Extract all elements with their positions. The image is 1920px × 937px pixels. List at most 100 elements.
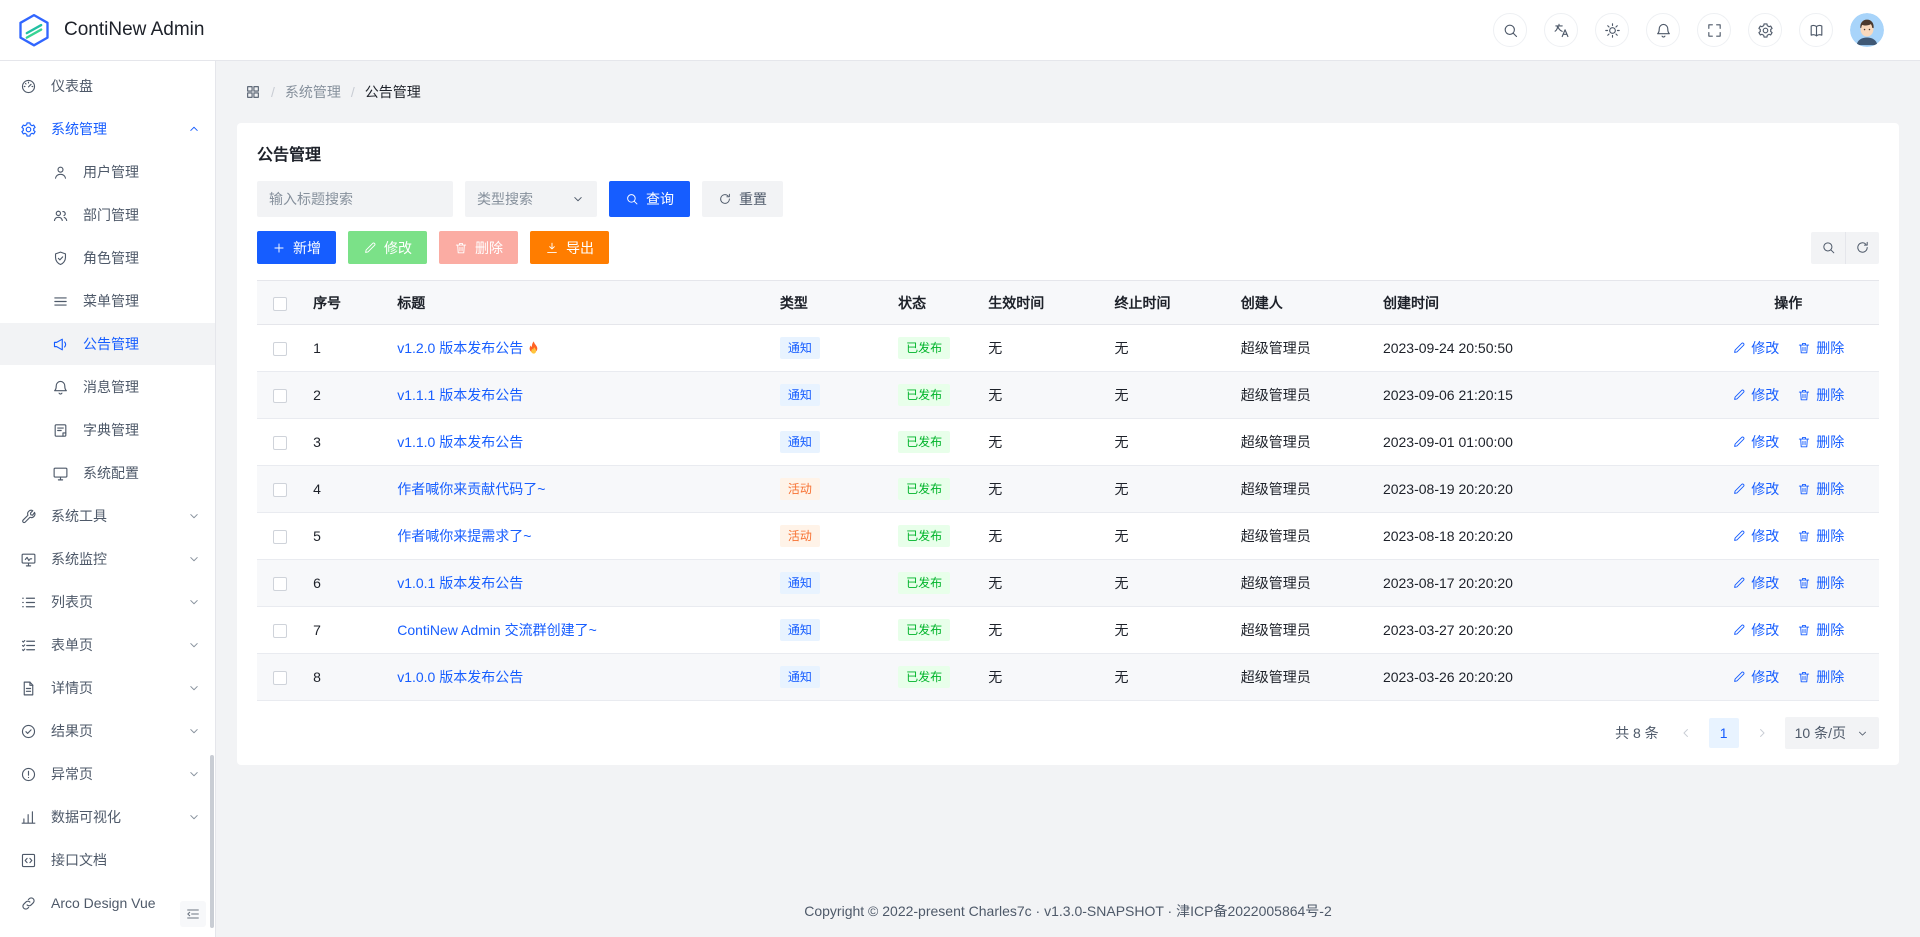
- row-checkbox[interactable]: [273, 577, 287, 591]
- cell-no: 8: [297, 654, 381, 701]
- row-delete-link[interactable]: 删除: [1797, 479, 1844, 499]
- pagination-next-button[interactable]: [1747, 718, 1777, 748]
- edit-button[interactable]: 修改: [348, 231, 427, 264]
- app-title: ContiNew Admin: [64, 19, 204, 41]
- sidebar-item[interactable]: 数据可视化: [0, 796, 215, 838]
- announcement-title-link[interactable]: v1.2.0 版本发布公告: [397, 340, 541, 356]
- user-avatar[interactable]: [1850, 13, 1884, 47]
- sidebar-item-label: 用户管理: [83, 162, 201, 182]
- delete-button[interactable]: 删除: [439, 231, 518, 264]
- export-button[interactable]: 导出: [530, 231, 609, 264]
- theme-icon-button[interactable]: [1595, 13, 1629, 47]
- row-checkbox[interactable]: [273, 624, 287, 638]
- row-delete-link[interactable]: 删除: [1797, 526, 1844, 546]
- sidebar-item[interactable]: 系统工具: [0, 495, 215, 537]
- sidebar-item[interactable]: 系统监控: [0, 538, 215, 580]
- sidebar-item[interactable]: 接口文档: [0, 839, 215, 881]
- cell-effective-time: 无: [972, 560, 1098, 607]
- row-delete-link[interactable]: 删除: [1797, 573, 1844, 593]
- toolbar: 新增 修改 删除 导出: [257, 231, 1879, 264]
- add-button[interactable]: 新增: [257, 231, 336, 264]
- type-select[interactable]: 类型搜索: [465, 181, 597, 217]
- cell-no: 1: [297, 325, 381, 372]
- row-delete-link[interactable]: 删除: [1797, 667, 1844, 687]
- column-header: 创建时间: [1367, 281, 1698, 325]
- row-edit-link[interactable]: 修改: [1732, 479, 1779, 499]
- sidebar-collapse-button[interactable]: [180, 901, 206, 927]
- sidebar-item[interactable]: 异常页: [0, 753, 215, 795]
- fullscreen-icon-button[interactable]: [1697, 13, 1731, 47]
- row-edit-link[interactable]: 修改: [1732, 338, 1779, 358]
- type-tag: 通知: [780, 337, 820, 359]
- sidebar-item[interactable]: 用户管理: [0, 151, 215, 193]
- cell-created-time: 2023-03-27 20:20:20: [1367, 607, 1698, 654]
- sidebar-item-label: 异常页: [51, 764, 187, 784]
- cell-creator: 超级管理员: [1225, 466, 1367, 513]
- cell-effective-time: 无: [972, 607, 1098, 654]
- table-search-button[interactable]: [1811, 232, 1845, 264]
- status-tag: 已发布: [898, 431, 950, 453]
- row-edit-link[interactable]: 修改: [1732, 526, 1779, 546]
- sidebar-scrollbar[interactable]: [210, 755, 214, 928]
- page-size-select[interactable]: 10 条/页: [1785, 717, 1879, 749]
- table-row: 6v1.0.1 版本发布公告通知已发布无无超级管理员2023-08-17 20:…: [257, 560, 1879, 607]
- row-checkbox[interactable]: [273, 436, 287, 450]
- sidebar-item[interactable]: 仪表盘: [0, 65, 215, 107]
- row-edit-link[interactable]: 修改: [1732, 573, 1779, 593]
- row-checkbox[interactable]: [273, 342, 287, 356]
- type-tag: 通知: [780, 572, 820, 594]
- translate-icon-button[interactable]: [1544, 13, 1578, 47]
- sidebar-item[interactable]: 系统管理: [0, 108, 215, 150]
- announcement-title-link[interactable]: v1.1.1 版本发布公告: [397, 387, 523, 403]
- search-icon-button[interactable]: [1493, 13, 1527, 47]
- row-delete-link[interactable]: 删除: [1797, 385, 1844, 405]
- announcement-title-link[interactable]: v1.0.0 版本发布公告: [397, 669, 523, 685]
- select-all-checkbox[interactable]: [273, 297, 287, 311]
- sidebar-item[interactable]: 公告管理: [0, 323, 215, 365]
- row-edit-link[interactable]: 修改: [1732, 667, 1779, 687]
- title-search-input[interactable]: [257, 181, 453, 217]
- sidebar-item[interactable]: 消息管理: [0, 366, 215, 408]
- row-edit-link[interactable]: 修改: [1732, 432, 1779, 452]
- row-edit-link[interactable]: 修改: [1732, 385, 1779, 405]
- sidebar-item[interactable]: 列表页: [0, 581, 215, 623]
- reset-button[interactable]: 重置: [702, 181, 783, 217]
- pagination-prev-button[interactable]: [1671, 718, 1701, 748]
- sidebar-item[interactable]: 字典管理: [0, 409, 215, 451]
- row-edit-link[interactable]: 修改: [1732, 620, 1779, 640]
- row-delete-link[interactable]: 删除: [1797, 338, 1844, 358]
- sidebar-item[interactable]: 部门管理: [0, 194, 215, 236]
- settings-icon-button[interactable]: [1748, 13, 1782, 47]
- chevron-left-icon: [1679, 726, 1693, 740]
- status-tag: 已发布: [898, 619, 950, 641]
- sidebar-item[interactable]: 角色管理: [0, 237, 215, 279]
- sidebar-item[interactable]: 结果页: [0, 710, 215, 752]
- announcement-title-link[interactable]: v1.0.1 版本发布公告: [397, 575, 523, 591]
- announcement-title-link[interactable]: ContiNew Admin 交流群创建了~: [397, 622, 597, 638]
- sidebar-item[interactable]: 表单页: [0, 624, 215, 666]
- row-checkbox[interactable]: [273, 483, 287, 497]
- docs-icon-button[interactable]: [1799, 13, 1833, 47]
- row-delete-link[interactable]: 删除: [1797, 620, 1844, 640]
- announcement-title-link[interactable]: v1.1.0 版本发布公告: [397, 434, 523, 450]
- row-delete-link[interactable]: 删除: [1797, 432, 1844, 452]
- row-checkbox[interactable]: [273, 530, 287, 544]
- pagination-page-1[interactable]: 1: [1709, 718, 1739, 748]
- cell-no: 7: [297, 607, 381, 654]
- table-refresh-button[interactable]: [1845, 232, 1879, 264]
- row-checkbox[interactable]: [273, 671, 287, 685]
- query-button[interactable]: 查询: [609, 181, 690, 217]
- breadcrumb-item[interactable]: 系统管理: [285, 82, 341, 102]
- row-checkbox[interactable]: [273, 389, 287, 403]
- column-header: 创建人: [1225, 281, 1367, 325]
- sidebar-item-label: Arco Design Vue: [51, 895, 201, 911]
- apps-grid-icon[interactable]: [245, 84, 261, 100]
- sidebar-item[interactable]: 菜单管理: [0, 280, 215, 322]
- sidebar-item[interactable]: 详情页: [0, 667, 215, 709]
- announcement-title-link[interactable]: 作者喊你来贡献代码了~: [397, 481, 545, 497]
- announcement-title-link[interactable]: 作者喊你来提需求了~: [397, 528, 531, 544]
- notification-icon-button[interactable]: [1646, 13, 1680, 47]
- sidebar-item[interactable]: 系统配置: [0, 452, 215, 494]
- sidebar-item-label: 公告管理: [83, 334, 201, 354]
- app-logo: ContiNew Admin: [16, 12, 204, 48]
